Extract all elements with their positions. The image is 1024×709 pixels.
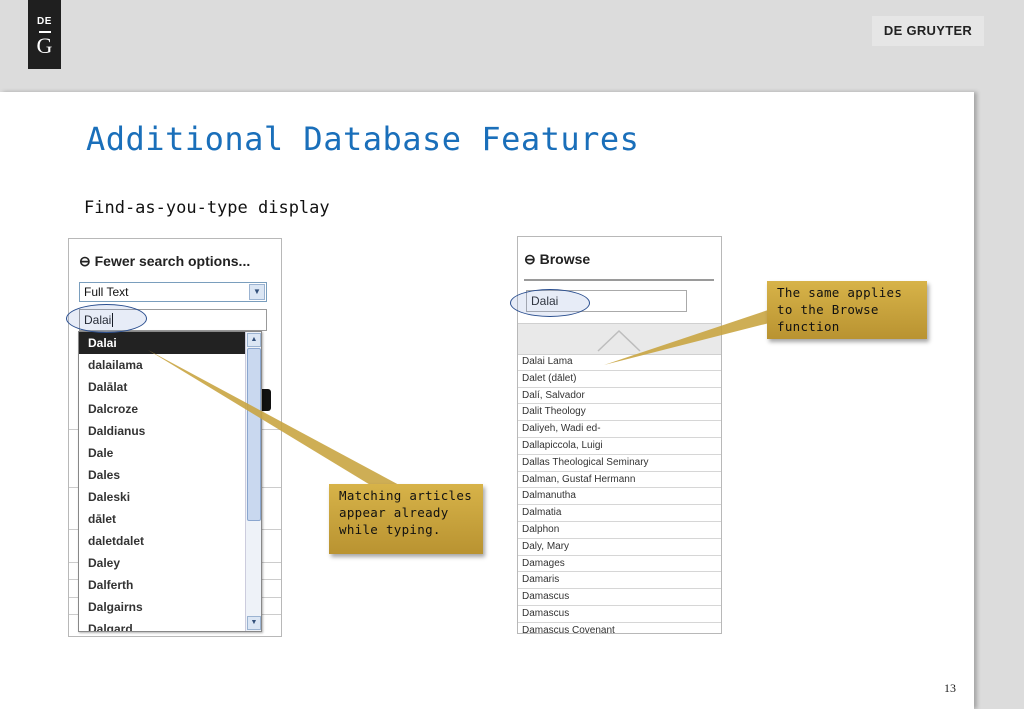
callout-pointers: [148, 307, 777, 486]
callout-pointer: [148, 350, 401, 486]
browse-callout: The same applies to the Browse function: [767, 281, 927, 339]
callout-pointer: [604, 307, 777, 365]
highlight-ellipse: [66, 304, 147, 333]
typing-callout: Matching articles appear already while t…: [329, 484, 483, 554]
highlight-ellipse: [510, 289, 590, 317]
